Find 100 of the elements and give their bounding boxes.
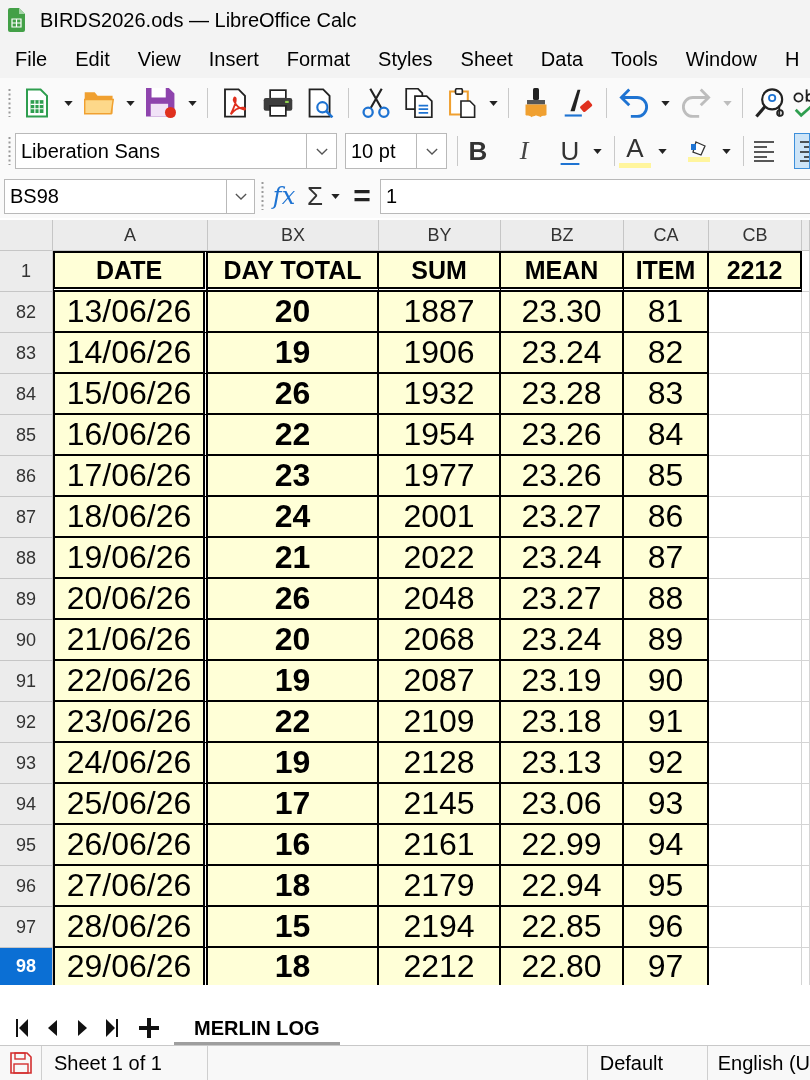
column-header[interactable]: A [53,220,208,251]
table-cell: 22.94 [501,866,624,907]
formula-button[interactable]: = [348,178,376,214]
table-cell: DATE [53,251,208,292]
table-cell: 23.26 [501,415,624,456]
caret-icon [63,100,73,106]
row-header[interactable]: 86 [0,456,53,497]
row-header[interactable]: 91 [0,661,53,702]
row-header[interactable]: 88 [0,538,53,579]
table-cell: 23/06/26 [53,702,208,743]
table-cell: 29/06/26 [53,948,208,985]
table-cell: 2161 [379,825,501,866]
table-cell: 23.24 [501,538,624,579]
table-cell: 82 [624,333,709,374]
table-cell: 16/06/26 [53,415,208,456]
table-cell: DAY TOTAL [208,251,379,292]
row-header[interactable]: 87 [0,497,53,538]
table-cell: 18 [208,866,379,907]
row-header[interactable]: 90 [0,620,53,661]
table-cell: 1932 [379,374,501,415]
bold-button[interactable]: B [462,133,494,169]
menu-item[interactable]: H [770,44,810,74]
chevron-down-icon [315,147,328,155]
menu-item[interactable]: Styles [364,44,447,74]
caret-icon [330,193,340,199]
table-cell: 23.13 [501,743,624,784]
column-header[interactable]: BX [208,220,379,251]
column-header[interactable]: BY [379,220,501,251]
triangle-right-icon [77,1019,87,1037]
menu-item[interactable]: Format [272,44,365,74]
italic-button[interactable]: I [508,133,540,169]
column-header[interactable]: CA [624,220,709,251]
table-cell: 2212 [709,251,802,292]
table-cell: 23.27 [501,497,624,538]
caret-icon [657,148,667,154]
row-header[interactable]: 93 [0,743,53,784]
table-cell: 23.24 [501,620,624,661]
table-cell: 88 [624,579,709,620]
menu-item[interactable]: Window [671,44,771,74]
drag-handle-icon[interactable] [8,89,11,117]
skip-end-icon [106,1019,118,1037]
table-cell: 23.26 [501,456,624,497]
table-cell: 2068 [379,620,501,661]
menu-item[interactable]: Tools [597,44,672,74]
name-box-field[interactable]: BS98 [4,178,226,214]
align-center-icon [798,139,809,163]
caret-icon [722,100,732,106]
table-cell: 23.24 [501,333,624,374]
table-cell: 2087 [379,661,501,702]
table-cell: 15 [208,907,379,948]
row-header[interactable]: 89 [0,579,53,620]
table-cell: 2109 [379,702,501,743]
row-header[interactable]: 96 [0,866,53,907]
row-header[interactable]: 92 [0,702,53,743]
menu-item[interactable]: View [123,44,195,74]
font-color-button[interactable]: A [619,134,651,168]
triangle-left-icon [47,1019,57,1037]
undo-icon [619,88,649,118]
row-header[interactable]: 1 [0,251,53,292]
row-header[interactable]: 83 [0,333,53,374]
table-cell: 23.30 [501,292,624,333]
table-cell: 93 [624,784,709,825]
drag-handle-icon[interactable] [8,137,11,165]
menu-item[interactable]: Data [526,44,598,74]
table-cell: 16 [208,825,379,866]
column-header[interactable]: CB [709,220,802,251]
function-wizard-button[interactable]: fx [268,178,300,214]
formula-input-field[interactable]: 1 [380,178,810,214]
sheet-count-label: Sheet 1 of 1 [54,1051,162,1075]
align-center-button[interactable] [794,133,810,169]
table-cell: 2179 [379,866,501,907]
row-header[interactable]: 84 [0,374,53,415]
drag-handle-icon[interactable] [261,182,264,210]
row-header[interactable]: 82 [0,292,53,333]
row-header[interactable]: 85 [0,415,53,456]
table-cell: 18/06/26 [53,497,208,538]
table-cell: 24/06/26 [53,743,208,784]
underline-button[interactable]: U [554,133,586,169]
table-cell: 85 [624,456,709,497]
menu-item[interactable]: Sheet [446,44,527,74]
table-cell: 20 [208,292,379,333]
table-cell: 23.18 [501,702,624,743]
font-name-field[interactable]: Liberation Sans [15,133,306,169]
column-header[interactable]: BZ [501,220,624,251]
row-header[interactable]: 98 [0,948,53,985]
table-cell: 13/06/26 [53,292,208,333]
chevron-down-icon [425,147,438,155]
sum-button[interactable]: Σ [302,178,328,214]
menu-item[interactable]: Insert [194,44,273,74]
table-cell: 23.27 [501,579,624,620]
font-size-field[interactable]: 10 pt [345,133,416,169]
row-header[interactable]: 97 [0,907,53,948]
row-header[interactable]: 95 [0,825,53,866]
table-cell: 22 [208,415,379,456]
menu-item[interactable]: File [1,44,62,74]
table-cell: 22.85 [501,907,624,948]
row-header[interactable]: 94 [0,784,53,825]
table-cell: 22.80 [501,948,624,985]
table-cell: 2145 [379,784,501,825]
menu-item[interactable]: Edit [61,44,124,74]
